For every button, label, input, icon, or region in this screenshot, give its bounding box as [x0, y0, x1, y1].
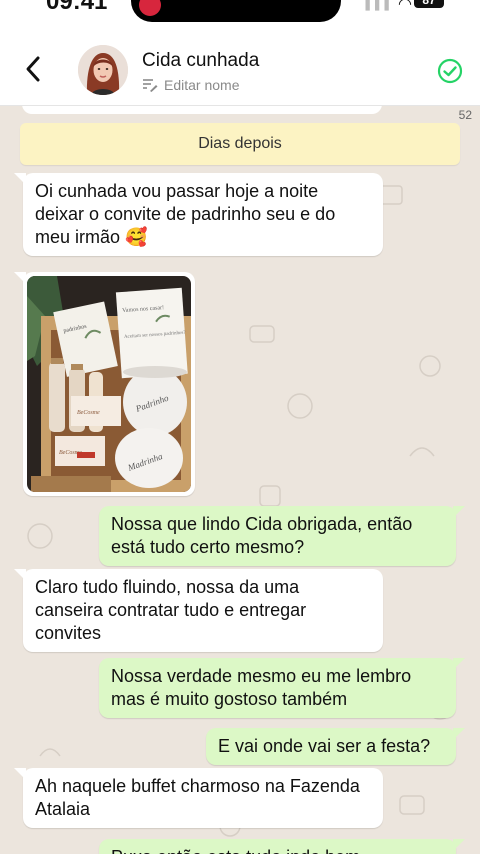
message-outgoing[interactable]: Nossa que lindo Cida obrigada, então est… [99, 506, 465, 566]
recording-indicator [139, 0, 161, 16]
edit-name-icon [143, 79, 158, 92]
chat-header: Cida cunhada Editar nome [0, 28, 480, 106]
day-divider-banner: Dias depois [20, 123, 460, 165]
edit-name-label: Editar nome [164, 77, 240, 93]
gift-box-photo[interactable]: padrinhos Vamos nos casar! Aceitam ser n… [27, 276, 191, 492]
unread-counter: 52 [458, 108, 472, 122]
message-incoming[interactable]: Claro tudo fluindo, nossa da uma canseir… [14, 569, 383, 652]
image-message[interactable]: padrinhos Vamos nos casar! Aceitam ser n… [14, 272, 195, 496]
message-outgoing[interactable]: E vai onde vai ser a festa? [206, 728, 465, 765]
message-outgoing[interactable]: Puxa então esta tudo indo bem [99, 839, 465, 854]
product-tag-1: BeCosme [77, 410, 100, 416]
message-incoming[interactable]: Oi cunhada vou passar hoje a noite deixa… [14, 173, 383, 256]
contact-name[interactable]: Cida cunhada [142, 50, 259, 72]
dynamic-island [131, 0, 341, 22]
wifi-icon: ◠ [398, 0, 412, 13]
edit-name-link[interactable]: Editar nome [142, 76, 239, 94]
avatar[interactable] [78, 45, 128, 95]
message-outgoing[interactable]: Nossa verdade mesmo eu me lembro mas é m… [99, 658, 465, 718]
signal-icon: ▌▌▌ [365, 0, 394, 10]
status-time: 09:41 [46, 0, 108, 15]
chat-area[interactable]: 52 Dias depois Oi cunhada vou passar hoj… [0, 106, 480, 854]
status-bar: 09:41 ▌▌▌ ◠ 87 [0, 0, 480, 28]
message-incoming[interactable]: Ah naquele buffet charmoso na Fazenda At… [14, 768, 383, 828]
verified-check-icon[interactable] [437, 58, 463, 84]
back-chevron-icon[interactable] [22, 54, 46, 84]
battery-icon: 87 [414, 0, 444, 8]
previous-message-fragment [22, 106, 382, 114]
